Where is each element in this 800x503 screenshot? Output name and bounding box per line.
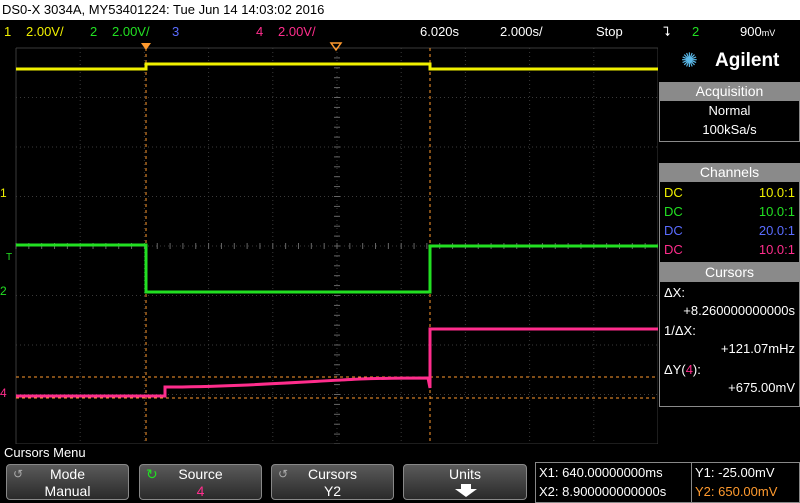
x2-readout: X2: 8.900000000000s: [539, 484, 667, 499]
menu-title: Cursors Menu: [4, 445, 86, 460]
waveform-display[interactable]: 1 T 2 4: [0, 42, 658, 444]
cursors-softkey[interactable]: ↺ Cursors Y2: [271, 464, 394, 500]
channel-2-ground-marker[interactable]: 2: [0, 284, 7, 298]
channel-4-coupling: DC: [664, 242, 683, 257]
readout-divider: [691, 463, 692, 502]
time-position[interactable]: 6.020s: [420, 24, 459, 39]
channels-panel[interactable]: DC 10.0:1 DC 10.0:1 DC 20.0:1 DC 10.0:1: [659, 181, 800, 263]
cursors-label: Cursors: [307, 466, 357, 482]
channel-4-ground-marker[interactable]: 4: [0, 386, 7, 400]
side-panel: ✺ Agilent Acquisition Normal 100kSa/s Ch…: [659, 42, 800, 444]
agilent-spark-icon: ✺: [681, 50, 698, 72]
ch4-number[interactable]: 4: [256, 24, 263, 39]
units-softkey[interactable]: Units: [403, 464, 527, 500]
y2-readout: Y2: 650.00mV: [695, 484, 778, 499]
cursors-heading: Cursors: [659, 263, 800, 281]
inverse-delta-x-value: +121.07mHz: [720, 341, 795, 356]
acquisition-mode: Normal: [708, 103, 751, 118]
mode-label: Mode: [49, 466, 86, 482]
run-state[interactable]: Stop: [596, 24, 623, 39]
source-label: Source: [178, 466, 223, 482]
trigger-source[interactable]: 2: [692, 24, 699, 39]
status-bar: 1 2.00V/ 2 2.00V/ 3 4 2.00V/ 6.020s 2.00…: [0, 20, 800, 42]
x1-readout: X1: 640.00000000ms: [539, 465, 663, 480]
mode-value: Manual: [44, 483, 91, 499]
time-scale[interactable]: 2.000s/: [500, 24, 543, 39]
delta-x-label: ΔX:: [664, 285, 685, 300]
trigger-position-icon[interactable]: [329, 42, 343, 52]
ch1-scale[interactable]: 2.00V/: [26, 24, 64, 39]
source-softkey[interactable]: ↻ Source 4: [139, 464, 262, 500]
trigger-level-marker[interactable]: T: [6, 252, 12, 263]
channel-1-probe: 10.0:1: [758, 185, 795, 200]
trigger-slope-icon: ⮧: [663, 24, 671, 39]
channel-2-coupling: DC: [664, 204, 683, 219]
brand-name: Agilent: [715, 50, 780, 71]
ch2-number[interactable]: 2: [90, 24, 97, 39]
window-title: DS0-X 3034A, MY53401224: Tue Jun 14 14:0…: [0, 0, 800, 20]
delta-y-value: +675.00mV: [728, 380, 795, 395]
y1-readout: Y1: -25.00mV: [695, 465, 775, 480]
acquisition-rate: 100kSa/s: [702, 122, 757, 137]
cursor-readout: X1: 640.00000000ms X2: 8.900000000000s Y…: [535, 462, 800, 503]
channel-4-probe: 10.0:1: [758, 242, 795, 257]
brand-logo: ✺ Agilent: [659, 42, 800, 82]
acquisition-heading: Acquisition: [659, 82, 800, 100]
cursor-x1-marker-icon[interactable]: [141, 43, 151, 50]
channel-3-probe: 20.0:1: [758, 223, 795, 238]
inverse-delta-x-label: 1/ΔX:: [664, 323, 696, 338]
channel-1-ground-marker[interactable]: 1: [0, 186, 7, 200]
mode-softkey[interactable]: ↺ Mode Manual: [6, 464, 129, 500]
ch2-scale[interactable]: 2.00V/: [112, 24, 150, 39]
delta-x-value: +8.260000000000s: [683, 303, 795, 318]
channel-4-trace: [16, 327, 658, 398]
submenu-arrow-icon: [455, 484, 477, 497]
channel-1-coupling: DC: [664, 185, 683, 200]
source-value: 4: [196, 483, 205, 499]
ch1-number[interactable]: 1: [4, 24, 11, 39]
channel-3-coupling: DC: [664, 223, 683, 238]
channels-heading: Channels: [659, 163, 800, 181]
cursors-value: Y2: [323, 483, 342, 499]
trigger-level[interactable]: 900mV: [740, 24, 775, 39]
units-label: Units: [449, 466, 481, 482]
ch4-scale[interactable]: 2.00V/: [278, 24, 316, 39]
channel-2-probe: 10.0:1: [758, 204, 795, 219]
acquisition-panel[interactable]: Normal 100kSa/s: [659, 100, 800, 142]
cursors-panel[interactable]: ΔX: +8.260000000000s 1/ΔX: +121.07mHz ΔY…: [659, 281, 800, 407]
ch3-number[interactable]: 3: [172, 24, 179, 39]
delta-y-label: ΔY(4):: [664, 362, 701, 377]
